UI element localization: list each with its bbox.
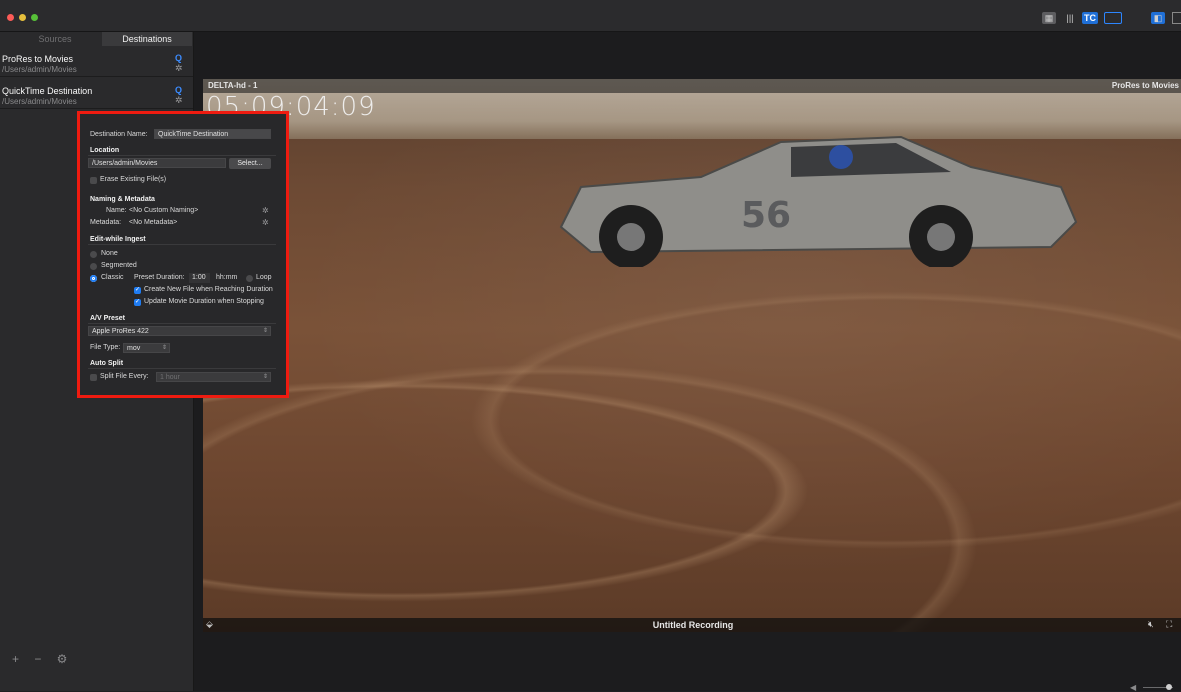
quicktime-icon: Q [175,85,183,95]
demolition-car-image: 56 [559,135,1078,267]
radio-none-label: None [101,250,118,257]
destination-path: /Users/admin/Movies [2,65,77,74]
grid-view-icon[interactable]: ▦ [1042,12,1056,24]
source-label: DELTA-hd - 1 [208,81,258,90]
loop-checkbox[interactable] [246,275,253,282]
destination-label: ProRes to Movies [1111,81,1179,90]
destination-name: QuickTime Destination [2,86,93,96]
name-label: Name: [106,207,127,214]
volume-slider-knob[interactable] [1166,684,1172,690]
zoom-window-button[interactable] [31,14,38,21]
sidebar-tabs: Sources Destinations [0,32,193,46]
divider [88,244,276,245]
select-location-button[interactable]: Select... [229,158,271,169]
create-new-file-checkbox[interactable]: ✓ [134,287,141,294]
radio-none[interactable] [90,251,97,258]
timecode-toggle-button[interactable]: TC [1082,12,1098,24]
metadata-gear-icon[interactable]: ✲ [262,218,269,227]
edit-while-ingest-heading: Edit-while Ingest [90,236,146,243]
svg-text:56: 56 [741,195,791,236]
radio-segmented[interactable] [90,263,97,270]
close-window-button[interactable] [7,14,14,21]
naming-gear-icon[interactable]: ✲ [262,206,269,215]
viewer-header-bar [203,79,1181,93]
loop-label: Loop [256,274,272,281]
radio-segmented-label: Segmented [101,262,137,269]
fullscreen-icon[interactable]: ⛶ [1166,619,1172,630]
audio-meter-icon[interactable]: ||| [1063,12,1077,24]
av-preset-select[interactable]: Apple ProRes 422 [88,326,271,336]
chevron-updown-icon: ⇕ [263,328,269,334]
tab-destinations[interactable]: Destinations [102,32,192,46]
destination-name-input[interactable]: QuickTime Destination [154,129,271,139]
destination-settings-popover: Destination Name: QuickTime Destination … [77,111,289,398]
destination-item-prores[interactable]: ProRes to Movies /Users/admin/Movies Q ✲ [0,50,193,77]
gear-icon[interactable]: ✲ [175,63,183,74]
destination-name: ProRes to Movies [2,54,74,64]
sidebar-toggle-icon[interactable]: ◧ [1151,12,1165,24]
recording-name[interactable]: Untitled Recording [603,620,783,630]
divider [88,368,276,369]
chevron-updown-icon: ⇕ [162,345,168,351]
divider [88,323,276,324]
location-path-field: /Users/admin/Movies [88,158,226,168]
mute-icon[interactable]: 🔇︎ [1148,619,1154,630]
radio-classic[interactable] [90,275,97,282]
erase-existing-checkbox[interactable] [90,177,97,184]
auto-split-heading: Auto Split [90,360,124,367]
update-duration-label: Update Movie Duration when Stopping [144,298,264,305]
metadata-label: Metadata: [90,219,122,226]
split-file-label: Split File Every: [100,373,149,380]
destination-name-label: Destination Name: [90,131,148,138]
radio-classic-label: Classic [101,274,124,281]
split-file-checkbox[interactable] [90,374,97,381]
name-value: <No Custom Naming> [129,207,199,214]
dirt-tracks [203,279,1181,632]
tag-icon[interactable]: ⬙ [206,619,213,630]
preset-duration-label: Preset Duration: [134,274,185,281]
gear-icon[interactable]: ✲ [175,95,183,106]
sidebar-add-remove-controls[interactable]: + − ⚙ [12,652,73,666]
chevron-updown-icon: ⇕ [263,374,269,380]
location-heading: Location [90,147,120,154]
tab-sources[interactable]: Sources [10,32,100,46]
duration-unit-label: hh:mm [216,274,238,281]
split-interval-select[interactable]: 1 hour [156,372,271,382]
destination-path: /Users/admin/Movies [2,97,77,106]
window-titlebar: ▦ ||| TC ◧ [0,0,1181,32]
minimize-window-button[interactable] [19,14,26,21]
metadata-value: <No Metadata> [129,219,178,226]
divider [88,155,276,156]
inspector-toggle-icon[interactable] [1172,12,1181,24]
quicktime-icon: Q [175,53,183,63]
file-type-label: File Type: [90,344,121,351]
naming-metadata-heading: Naming & Metadata [90,196,155,203]
update-duration-checkbox[interactable]: ✓ [134,299,141,306]
preset-duration-input[interactable]: 1:00 [189,273,210,283]
erase-existing-label: Erase Existing File(s) [100,176,167,183]
destination-item-quicktime[interactable]: QuickTime Destination /Users/admin/Movie… [0,82,193,109]
av-preset-heading: A/V Preset [90,315,126,322]
create-new-file-label: Create New File when Reaching Duration [144,286,273,293]
video-display-icon[interactable] [1104,12,1122,24]
video-preview[interactable]: 56 [203,79,1181,632]
